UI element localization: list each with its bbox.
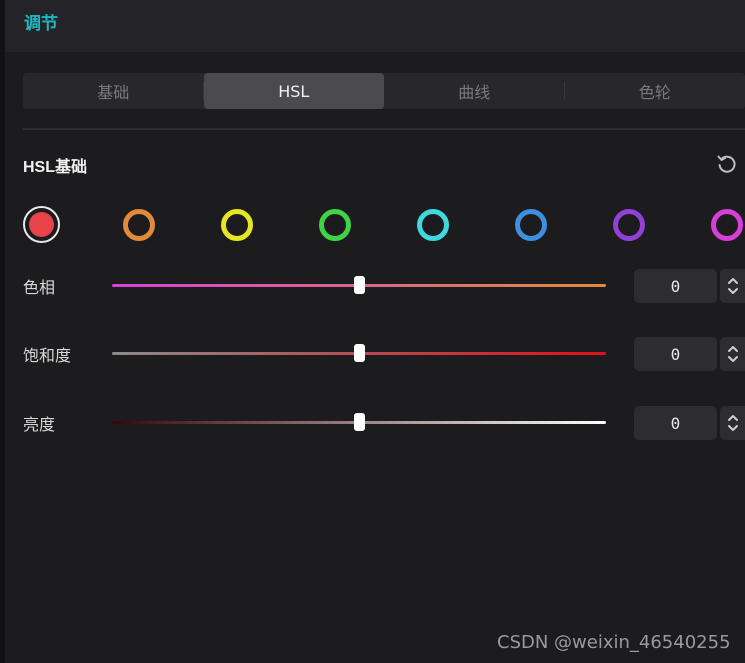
section-divider <box>23 128 745 130</box>
value-stepper[interactable] <box>720 337 745 371</box>
panel-title: 调节 <box>24 14 58 34</box>
stepper-arrows-icon <box>727 415 738 431</box>
tab-label: HSL <box>278 81 310 101</box>
tab-bar: 基础 HSL 曲线 色轮 <box>23 73 745 109</box>
swatch-orange[interactable] <box>123 209 155 241</box>
value-stepper[interactable] <box>720 406 745 440</box>
slider-label: 亮度 <box>23 415 56 434</box>
value-text: 0 <box>670 344 681 364</box>
value-text: 0 <box>670 276 681 296</box>
tab-label: 曲线 <box>458 83 491 102</box>
swatch-cyan[interactable] <box>417 209 449 241</box>
swatch-blue[interactable] <box>515 209 547 241</box>
swatch-red[interactable] <box>23 206 60 243</box>
swatch-fill <box>29 212 54 237</box>
slider-label: 色相 <box>23 278 56 297</box>
watermark: CSDN @weixin_46540255 <box>497 632 731 653</box>
slider-handle[interactable] <box>354 276 365 294</box>
value-stepper[interactable] <box>720 269 745 303</box>
panel-header: 调节 <box>5 0 745 52</box>
value-text: 0 <box>670 413 681 433</box>
swatch-magenta[interactable] <box>711 209 743 241</box>
stepper-arrows-icon <box>727 278 738 294</box>
section-title: HSL基础 <box>23 159 88 176</box>
window-left-edge <box>0 0 5 663</box>
value-input[interactable]: 0 <box>634 406 717 440</box>
value-input[interactable]: 0 <box>634 269 717 303</box>
slider-label: 饱和度 <box>23 346 72 365</box>
value-input[interactable]: 0 <box>634 337 717 371</box>
tab-label: 基础 <box>97 83 130 102</box>
swatch-yellow[interactable] <box>221 209 253 241</box>
tab-label: 色轮 <box>638 83 671 102</box>
stepper-arrows-icon <box>727 346 738 362</box>
tab-hsl[interactable]: HSL <box>203 73 384 109</box>
swatch-purple[interactable] <box>613 209 645 241</box>
tab-color-wheel[interactable]: 色轮 <box>565 73 745 109</box>
tab-curves[interactable]: 曲线 <box>384 73 565 109</box>
tab-basic[interactable]: 基础 <box>23 73 204 109</box>
reset-icon[interactable] <box>716 153 738 175</box>
slider-handle[interactable] <box>354 344 365 362</box>
swatch-green[interactable] <box>319 209 351 241</box>
slider-handle[interactable] <box>354 413 365 431</box>
